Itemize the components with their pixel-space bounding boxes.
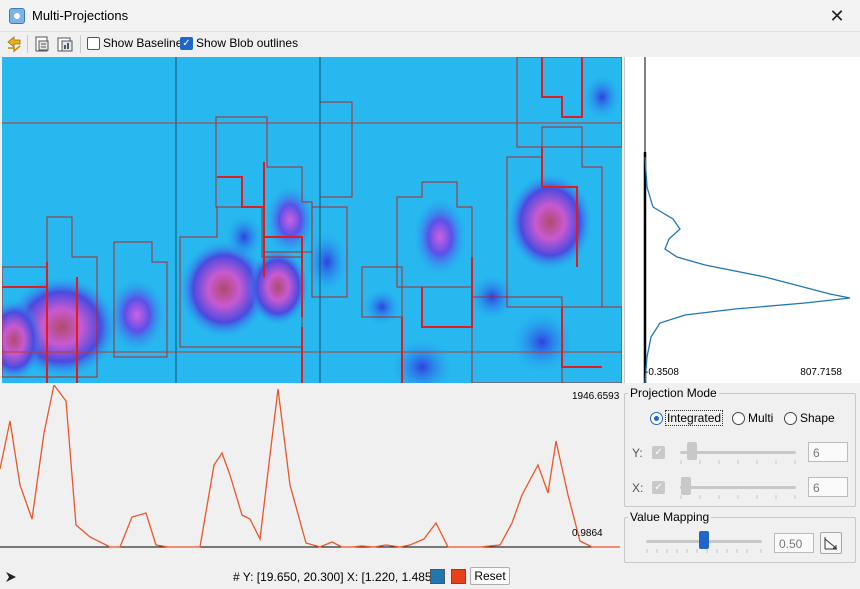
horizontal-projection-plot[interactable]: 1946.6593 0.9864 xyxy=(0,383,620,563)
y-slider-track[interactable] xyxy=(680,451,796,454)
horizontal-max-label: 1946.6593 xyxy=(572,391,620,402)
y-value-input[interactable]: 6 xyxy=(808,442,848,462)
y-slider-thumb[interactable] xyxy=(686,442,697,460)
mapping-curve-button[interactable] xyxy=(820,532,842,554)
x-value-input[interactable]: 6 xyxy=(808,477,848,497)
x-enable-checkbox[interactable]: ✓ xyxy=(652,481,665,494)
app-icon xyxy=(9,8,25,24)
swap-axes-icon[interactable] xyxy=(5,35,23,53)
show-baseline-label: Show Baseline xyxy=(103,36,183,50)
show-blob-outlines-label: Show Blob outlines xyxy=(196,36,299,50)
vertical-projection-plot[interactable]: -0.3508 807.7158 xyxy=(624,57,860,384)
horizontal-line-color-swatch[interactable] xyxy=(451,569,466,584)
toolbar-separator xyxy=(27,35,28,53)
x-label: X: xyxy=(632,481,644,495)
copy-data-icon[interactable] xyxy=(33,35,51,53)
integrated-radio[interactable] xyxy=(650,412,663,425)
projection-mode-title: Projection Mode xyxy=(628,386,719,400)
show-baseline-checkbox[interactable] xyxy=(87,37,100,50)
multi-radio[interactable] xyxy=(732,412,745,425)
copy-image-icon[interactable] xyxy=(56,35,74,53)
close-button[interactable]: ✕ xyxy=(814,0,860,32)
title-bar: Multi-Projections ✕ xyxy=(0,0,860,32)
cursor-coordinates: # Y: [19.650, 20.300] X: [1.220, 1.485] xyxy=(233,570,435,584)
shape-radio[interactable] xyxy=(784,412,797,425)
y-label: Y: xyxy=(632,446,643,460)
y-enable-checkbox[interactable]: ✓ xyxy=(652,446,665,459)
shape-label: Shape xyxy=(800,411,835,425)
horizontal-projection-line xyxy=(0,383,620,548)
vertical-projection-line xyxy=(644,156,851,384)
vertical-projection-curve xyxy=(643,57,851,384)
horizontal-projection-curve xyxy=(0,383,620,548)
vertical-max-label: 807.7158 xyxy=(800,367,842,378)
vertical-line-color-swatch[interactable] xyxy=(430,569,445,584)
curve-icon xyxy=(824,537,837,550)
window-title: Multi-Projections xyxy=(32,8,129,23)
show-blob-outlines-checkbox[interactable]: ✓ xyxy=(180,37,193,50)
heatmap-view[interactable] xyxy=(2,57,622,383)
multi-label: Multi xyxy=(748,411,774,425)
toolbar: Show Baseline ✓ Show Blob outlines xyxy=(0,32,860,56)
close-icon: ✕ xyxy=(829,6,845,26)
integrated-label: Integrated xyxy=(664,410,724,426)
status-bar: # Y: [19.650, 20.300] X: [1.220, 1.485] … xyxy=(0,566,860,589)
y-slider-ticks xyxy=(680,460,796,464)
toolbar-separator xyxy=(80,35,81,53)
reset-button[interactable]: Reset xyxy=(470,567,510,585)
vertical-min-label: -0.3508 xyxy=(645,367,679,378)
arrow-cursor-icon xyxy=(6,572,16,582)
x-slider-thumb[interactable] xyxy=(680,477,691,495)
value-mapping-ticks xyxy=(646,549,762,553)
x-slider-ticks xyxy=(680,495,796,499)
value-mapping-slider-thumb[interactable] xyxy=(699,531,709,549)
horizontal-min-label: 0.9864 xyxy=(572,528,603,539)
x-slider-track[interactable] xyxy=(680,486,796,489)
value-mapping-title: Value Mapping xyxy=(628,510,712,524)
value-mapping-input[interactable]: 0.50 xyxy=(774,533,814,553)
